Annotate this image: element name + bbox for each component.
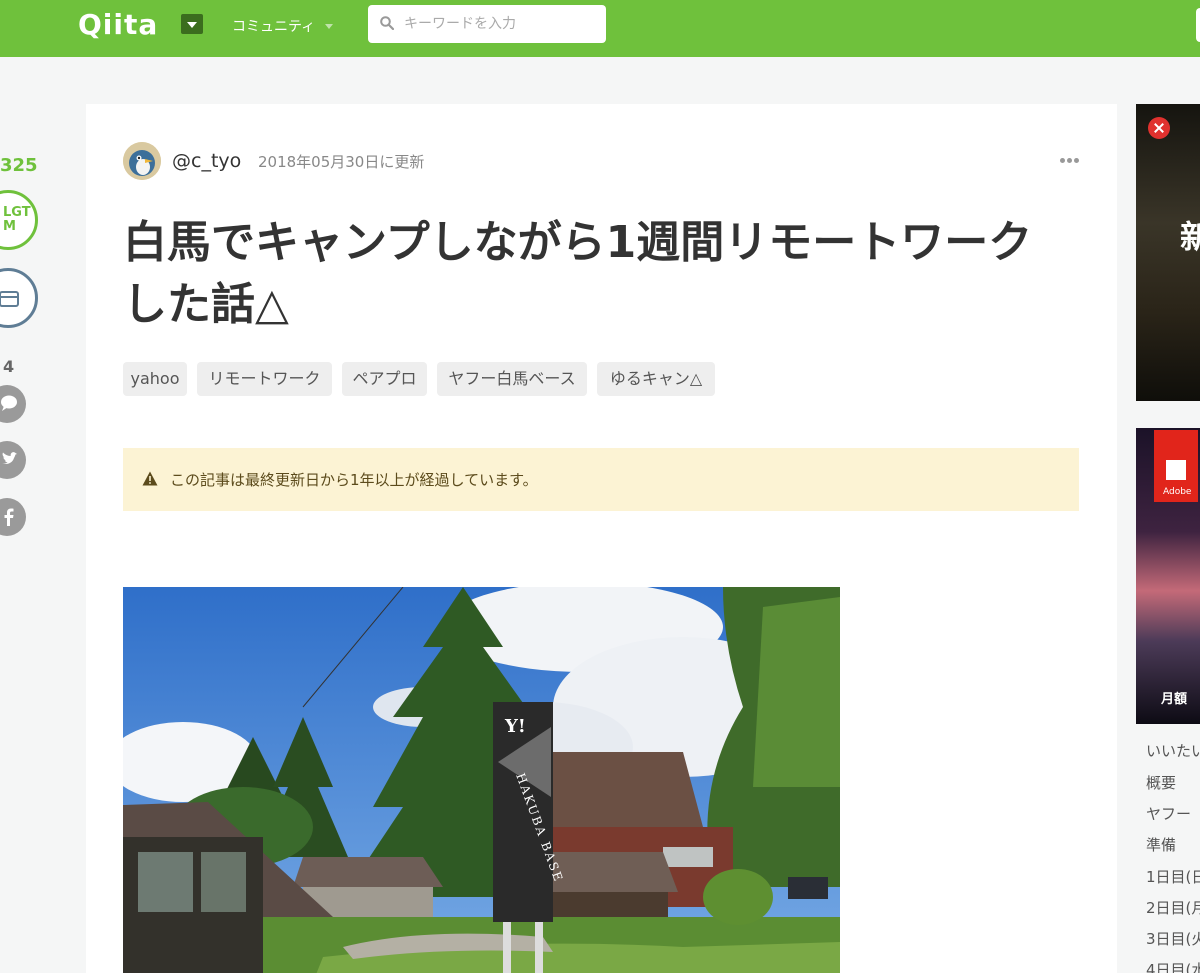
author-username[interactable]: @c_tyo (172, 150, 241, 172)
lgtm-button[interactable]: LGTM (0, 190, 38, 250)
toc-item[interactable]: 準備 (1146, 834, 1200, 855)
toc-item[interactable]: 2日目(月 (1146, 897, 1200, 918)
toc-item[interactable]: 4日目(水 (1146, 959, 1200, 973)
header-user-area[interactable] (1196, 8, 1200, 42)
tag-yuru-camp[interactable]: ゆるキャン△ (597, 362, 715, 396)
logo-menu-caret-icon[interactable] (181, 14, 203, 34)
ad-headline: 新 (1180, 218, 1200, 256)
community-menu[interactable]: コミュニティ (232, 16, 315, 36)
search-icon (380, 16, 394, 30)
lgtm-label: LGTM (3, 205, 31, 234)
more-options-icon[interactable] (1060, 158, 1080, 164)
qiita-logo[interactable]: Qiita (78, 8, 158, 41)
penguin-avatar-icon (123, 142, 161, 180)
outdated-alert: この記事は最終更新日から1年以上が経過しています。 (123, 448, 1079, 511)
sign-logo: Y! (504, 716, 526, 737)
tag-pair-programming[interactable]: ペアプロ (342, 362, 427, 396)
alert-message: この記事は最終更新日から1年以上が経過しています。 (170, 471, 538, 489)
adobe-logo-icon: Adobe (1154, 430, 1198, 502)
tag-yahoo[interactable]: yahoo (123, 362, 187, 396)
toc-item[interactable]: いいたい (1146, 740, 1200, 761)
twitter-icon (2, 452, 17, 464)
folder-icon (0, 291, 19, 307)
updated-date: 2018年05月30日に更新 (258, 153, 425, 171)
warning-icon (142, 471, 158, 486)
stock-button[interactable] (0, 268, 38, 328)
search-box[interactable] (368, 5, 606, 43)
tag-remote-work[interactable]: リモートワーク (197, 362, 332, 396)
comment-button[interactable] (0, 385, 26, 423)
sidebar-ad-banner[interactable]: 新 (1136, 104, 1200, 401)
ad-price-text: 月額 (1161, 692, 1188, 707)
close-ad-icon[interactable] (1148, 117, 1170, 139)
likes-count: 325 (0, 155, 38, 176)
twitter-share-button[interactable] (0, 441, 26, 479)
article-title: 白馬でキャンプしながら1週間リモートワークした話△ (123, 217, 1033, 330)
tag-yahoo-hakuba-base[interactable]: ヤフー白馬ベース (437, 362, 587, 396)
user-avatar[interactable] (123, 142, 161, 180)
toc-item[interactable]: 3日目(火 (1146, 928, 1200, 949)
global-header: Qiita コミュニティ (0, 0, 1200, 57)
comment-icon (1, 395, 17, 411)
facebook-icon (4, 508, 14, 526)
hakuba-base-photo: Y! HAKUBA BASE (123, 587, 840, 973)
community-caret-icon[interactable] (325, 24, 333, 29)
facebook-share-button[interactable] (0, 498, 26, 536)
stock-count: 4 (3, 357, 15, 376)
toc-item[interactable]: 概要 (1146, 772, 1200, 793)
article-photo: Y! HAKUBA BASE (123, 587, 840, 973)
article-card: @c_tyo 2018年05月30日に更新 白馬でキャンプしながら1週間リモート… (86, 104, 1117, 973)
adobe-brand-text: Adobe (1163, 487, 1192, 497)
toc-item[interactable]: ヤフー (1146, 803, 1200, 824)
adobe-ad-banner[interactable]: Adobe 月額 (1136, 428, 1200, 724)
search-input[interactable] (404, 5, 600, 43)
toc-item[interactable]: 1日目(日 (1146, 866, 1200, 887)
